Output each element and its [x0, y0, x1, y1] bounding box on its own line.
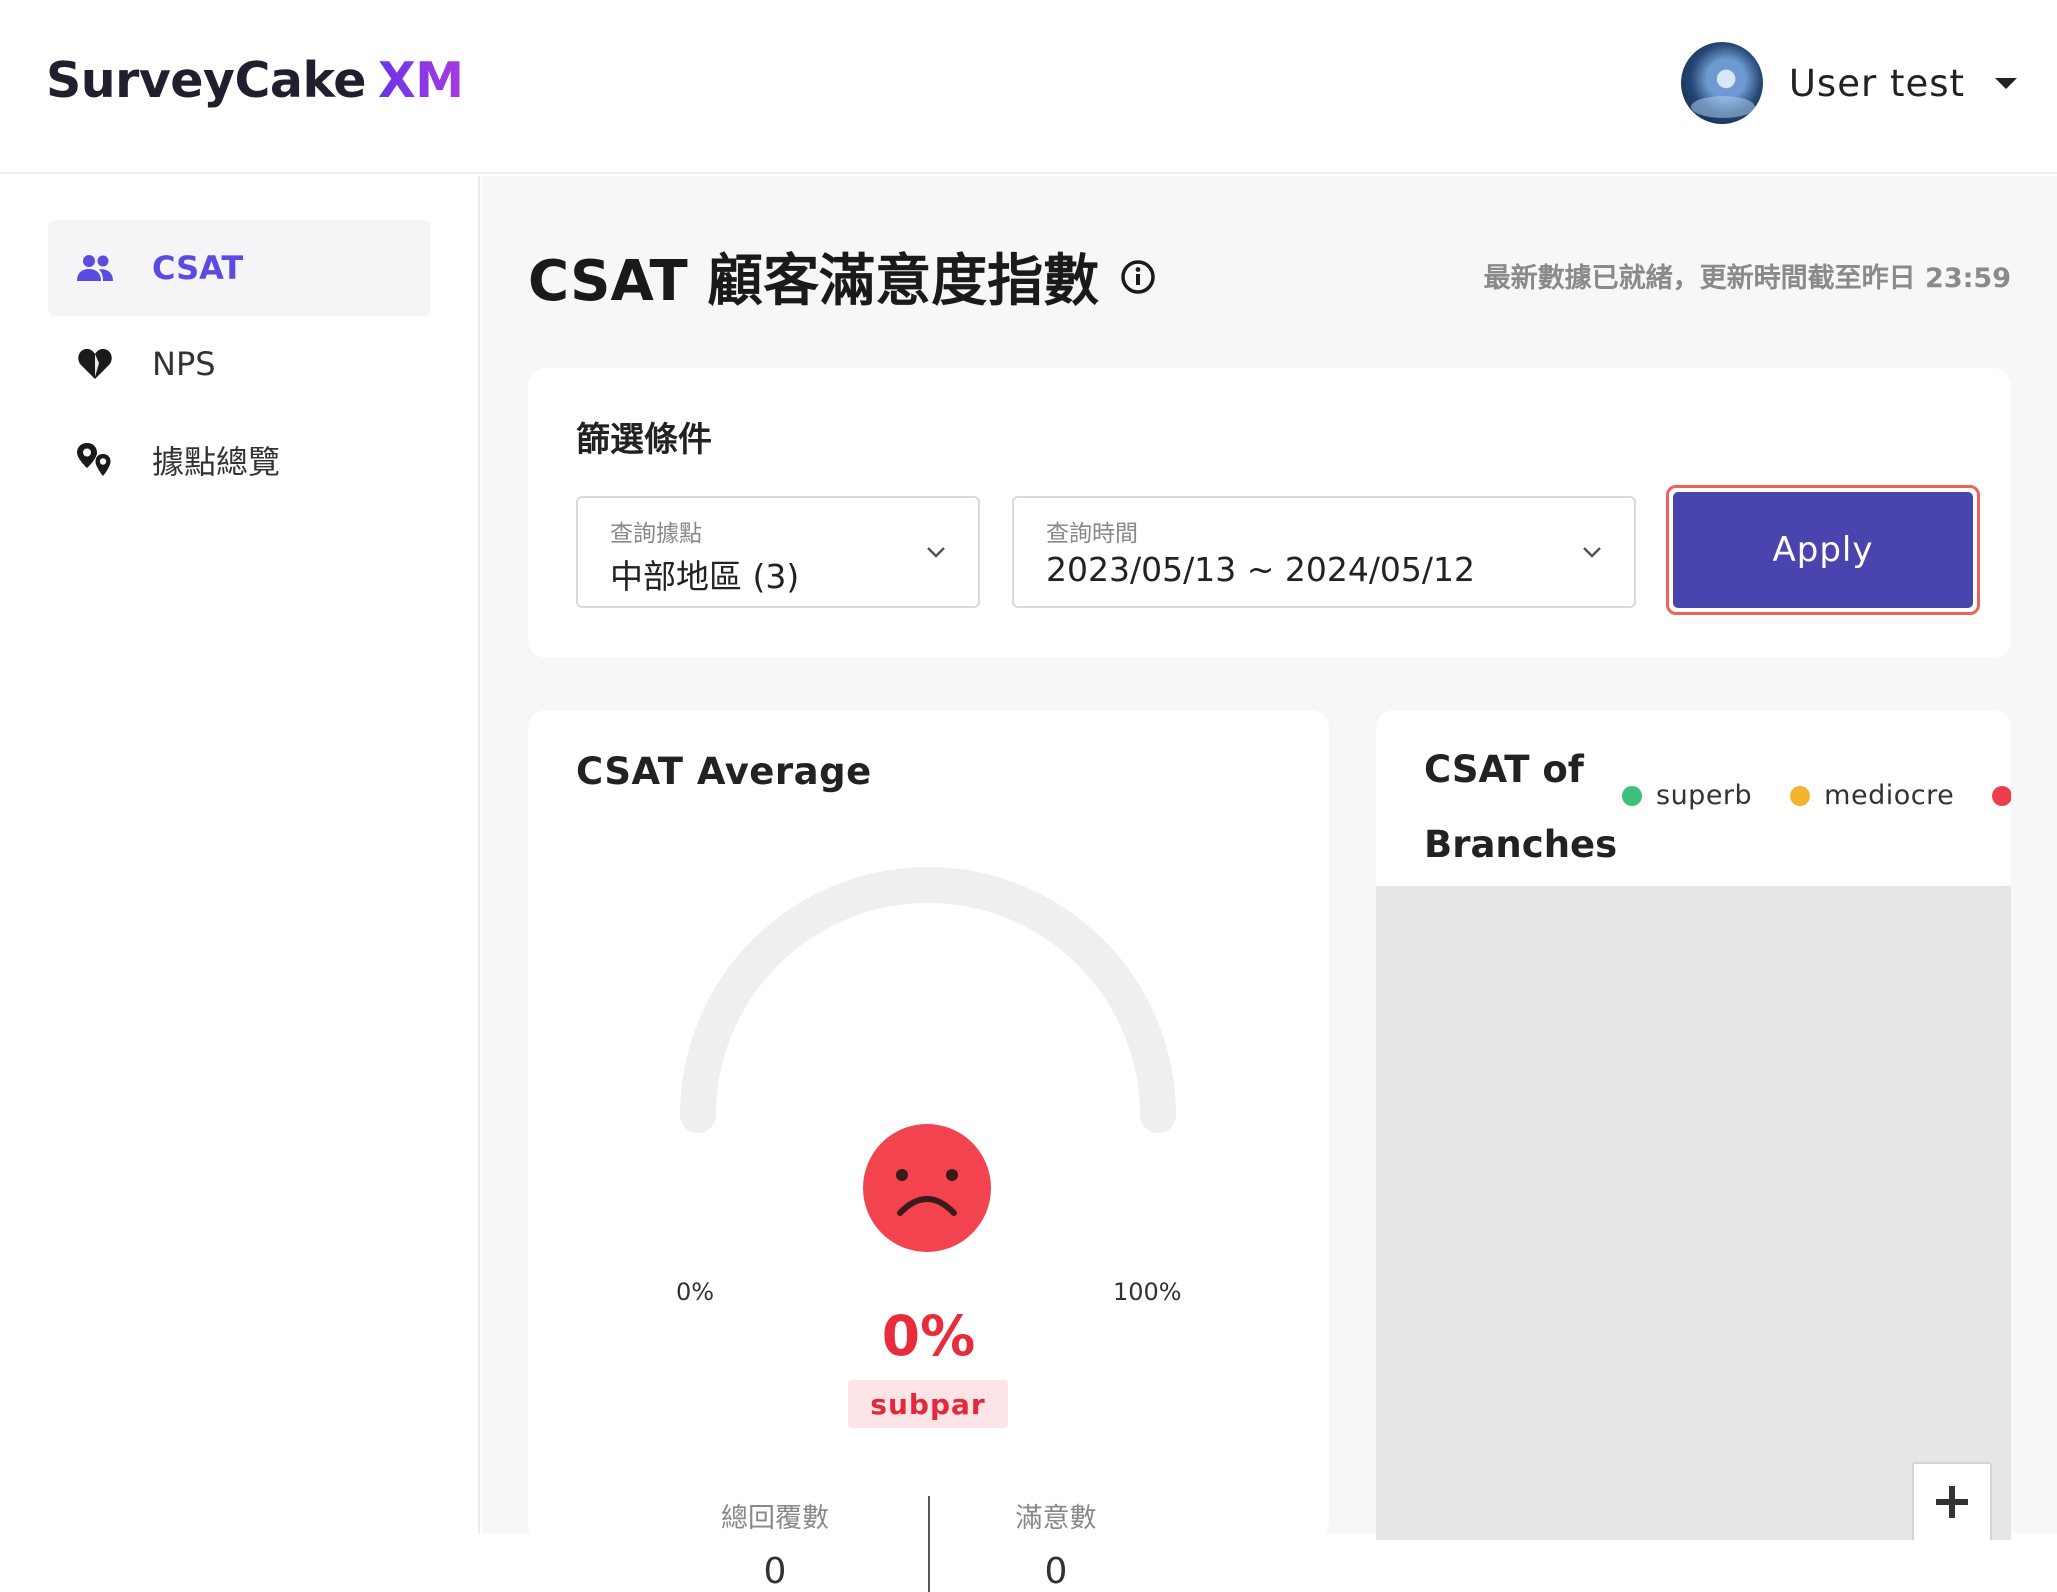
- stat-label: 滿意數: [1015, 1503, 1097, 1534]
- logo-text: SurveyCake: [46, 52, 366, 109]
- apply-button[interactable]: Apply: [1673, 492, 1973, 608]
- sidebar: CSAT NPS 據點總覽: [0, 176, 480, 1533]
- zoom-in-button[interactable]: [1912, 1462, 1992, 1540]
- sidebar-item-label: NPS: [152, 345, 216, 383]
- location-pins-icon: [74, 439, 116, 481]
- apply-button-focus-ring: Apply: [1666, 485, 1980, 615]
- csat-average-card: CSAT Average 0% 100% 0% subpar 總回覆數 0 滿意…: [528, 710, 1329, 1592]
- legend-dot: [1790, 785, 1811, 806]
- csat-percentage: 0%: [881, 1304, 976, 1368]
- legend-item-mediocre[interactable]: mediocre: [1790, 780, 1954, 811]
- branches-legend: superb mediocre subpar: [1622, 780, 2011, 811]
- sidebar-item-nps[interactable]: NPS: [48, 316, 430, 412]
- csat-branches-card: CSAT of Branches superb mediocre subpar: [1376, 710, 2011, 1540]
- legend-label: superb: [1656, 780, 1753, 811]
- sidebar-item-locations[interactable]: 據點總覽: [48, 412, 430, 508]
- page-title-text: CSAT 顧客滿意度指數: [528, 249, 1100, 314]
- top-header: SurveyCake XM User test: [0, 0, 2057, 174]
- date-select-value: 2023/05/13 ~ 2024/05/12: [1046, 550, 1476, 589]
- sidebar-item-label: CSAT: [152, 249, 244, 287]
- chevron-down-icon: [1583, 547, 1601, 558]
- location-select[interactable]: 查詢據點 中部地區 (3): [576, 496, 980, 608]
- gauge-max-label: 100%: [1113, 1278, 1182, 1306]
- stat-value: 0: [763, 1551, 787, 1592]
- stat-label: 總回覆數: [721, 1503, 829, 1534]
- sidebar-item-label: 據點總覽: [152, 443, 281, 481]
- csat-gauge: [680, 867, 1176, 1133]
- info-icon[interactable]: [1119, 258, 1157, 296]
- csat-branches-title: CSAT of Branches: [1424, 748, 1618, 866]
- legend-item-superb[interactable]: superb: [1622, 780, 1752, 811]
- stat-value: 0: [1044, 1551, 1068, 1592]
- legend-item-subpar[interactable]: subpar: [1992, 780, 2011, 811]
- gauge-min-label: 0%: [676, 1278, 715, 1306]
- sidebar-item-csat[interactable]: CSAT: [48, 220, 430, 316]
- date-select-label: 查詢時間: [1046, 521, 1138, 547]
- user-name[interactable]: User test: [1789, 62, 1965, 105]
- legend-dot: [1622, 785, 1642, 806]
- logo-xm-text: XM: [377, 52, 464, 109]
- page-title: CSAT 顧客滿意度指數: [528, 236, 1157, 317]
- filter-title: 篩選條件: [576, 420, 712, 460]
- total-responses-stat: 總回覆數 0: [655, 1496, 895, 1592]
- filter-card: 篩選條件 查詢據點 中部地區 (3) 查詢時間 2023/05/13 ~ 202…: [528, 368, 2011, 658]
- caret-down-icon[interactable]: [1995, 77, 2017, 89]
- legend-label: mediocre: [1824, 780, 1955, 811]
- avatar[interactable]: [1680, 42, 1763, 124]
- branches-map[interactable]: [1376, 886, 2011, 1540]
- heart-icon: [74, 343, 116, 385]
- surveycake-logo[interactable]: SurveyCake XM: [46, 52, 464, 109]
- people-icon: [74, 247, 116, 289]
- legend-dot: [1992, 785, 2011, 806]
- location-select-label: 查詢據點: [610, 521, 702, 547]
- location-select-value: 中部地區 (3): [610, 557, 800, 596]
- chevron-down-icon: [927, 547, 945, 558]
- user-menu[interactable]: User test: [1680, 42, 2017, 124]
- status-badge: subpar: [848, 1380, 1008, 1428]
- plus-icon: [1936, 1486, 1968, 1518]
- stat-divider: [928, 1496, 930, 1592]
- sad-face-icon: [863, 1124, 991, 1252]
- main-content: CSAT 顧客滿意度指數 最新數據已就緒，更新時間截至昨日 23:59 篩選條件…: [482, 176, 2057, 1592]
- csat-average-title: CSAT Average: [576, 750, 872, 793]
- satisfied-count-stat: 滿意數 0: [936, 1496, 1176, 1592]
- date-range-select[interactable]: 查詢時間 2023/05/13 ~ 2024/05/12: [1012, 496, 1636, 608]
- update-note: 最新數據已就緒，更新時間截至昨日 23:59: [1483, 263, 2011, 294]
